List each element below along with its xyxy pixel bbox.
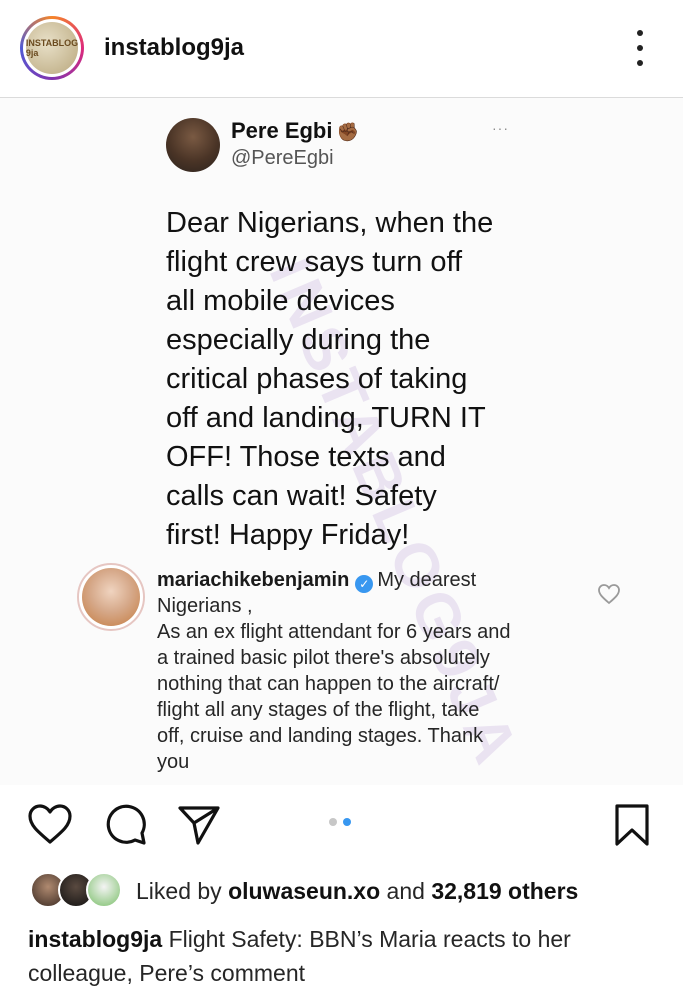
tweet-more-icon: ··· bbox=[492, 120, 509, 136]
tweet-text: Dear Nigerians, when the flight crew say… bbox=[166, 207, 494, 551]
comment-text: mariachikebenjamin ✓ My dearest Nigerians … bbox=[157, 569, 511, 773]
tweet-handle: @PereEgbi bbox=[231, 147, 334, 169]
verified-badge-icon: ✓ bbox=[355, 575, 374, 593]
carousel-dot bbox=[329, 818, 337, 826]
send-icon[interactable] bbox=[176, 803, 222, 847]
comment-icon[interactable] bbox=[104, 803, 148, 847]
action-bar bbox=[0, 785, 683, 865]
avatar bbox=[86, 872, 122, 908]
heart-outline-icon bbox=[598, 584, 620, 605]
likes-row[interactable]: Liked by oluwaseun.xo and 32,819 others bbox=[0, 868, 683, 914]
liker-avatars bbox=[30, 872, 122, 908]
heart-icon[interactable] bbox=[27, 803, 73, 845]
more-vertical-icon[interactable] bbox=[635, 30, 645, 66]
caption-username[interactable]: instablog9ja bbox=[28, 926, 162, 952]
fist-emoji-icon: ✊🏾 bbox=[336, 122, 359, 142]
post-header: INSTABLOG 9ja instablog9ja bbox=[0, 0, 683, 98]
tweet-avatar bbox=[166, 118, 220, 172]
comment-username: mariachikebenjamin bbox=[157, 569, 350, 591]
likes-text: Liked by oluwaseun.xo and 32,819 others bbox=[136, 878, 579, 904]
carousel-indicator bbox=[329, 818, 351, 826]
post-caption: instablog9ja Flight Safety: BBN’s Maria … bbox=[28, 922, 658, 990]
post-username[interactable]: instablog9ja bbox=[104, 34, 244, 62]
tweet-author-name: Pere Egbi ✊🏾 bbox=[231, 118, 359, 143]
liker-username[interactable]: oluwaseun.xo bbox=[228, 878, 380, 904]
comment-avatar bbox=[77, 563, 145, 631]
avatar-logo: INSTABLOG 9ja bbox=[26, 22, 78, 74]
post-image[interactable]: INSTABLOG9JA Pere Egbi ✊🏾 @PereEgbi ··· D… bbox=[0, 98, 683, 785]
profile-avatar[interactable]: INSTABLOG 9ja bbox=[20, 16, 84, 80]
likes-count[interactable]: 32,819 others bbox=[431, 878, 578, 904]
carousel-dot-active bbox=[343, 818, 351, 826]
bookmark-icon[interactable] bbox=[612, 803, 652, 847]
